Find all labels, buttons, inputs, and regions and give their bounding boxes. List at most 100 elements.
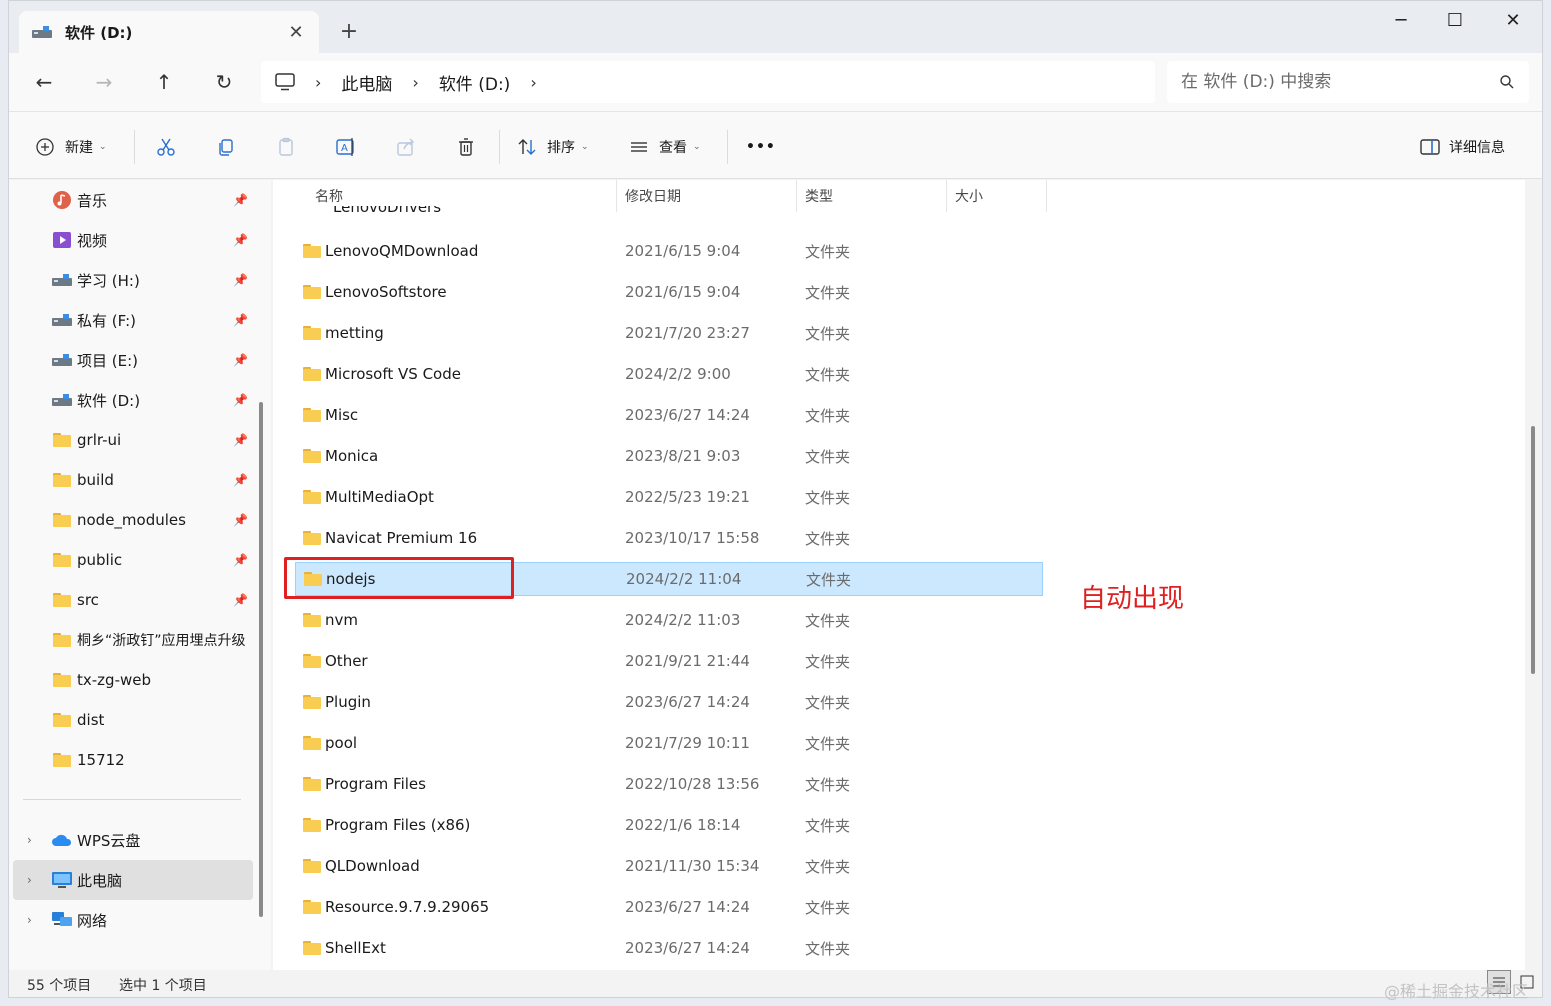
chevron-down-icon: ⌄: [581, 142, 589, 152]
pin-icon: 📌: [233, 553, 248, 567]
breadcrumb-software-d[interactable]: 软件 (D:): [439, 70, 511, 95]
share-button[interactable]: [391, 132, 421, 162]
table-row[interactable]: Program Files (x86) 2022/1/6 18:14 文件夹: [295, 808, 1043, 842]
sidebar-item-15712[interactable]: 15712: [9, 740, 252, 780]
column-header-size[interactable]: 大小: [947, 180, 1047, 212]
table-row[interactable]: Navicat Premium 16 2023/10/17 15:58 文件夹: [295, 521, 1043, 555]
table-row[interactable]: Plugin 2023/6/27 14:24 文件夹: [295, 685, 1043, 719]
folder-icon: [303, 367, 321, 381]
address-bar[interactable]: › 此电脑 › 软件 (D:) ›: [261, 61, 1155, 103]
sidebar-item-drive-h[interactable]: 学习 (H:) 📌: [9, 260, 252, 300]
column-modified-label: 修改日期: [625, 189, 681, 205]
sidebar-item-video[interactable]: 视频 📌: [9, 220, 252, 260]
paste-icon: [279, 137, 293, 156]
sidebar-item-tongxiang-project[interactable]: 桐乡“浙政钉”应用埋点升级: [9, 620, 252, 660]
table-row[interactable]: Misc 2023/6/27 14:24 文件夹: [295, 398, 1043, 432]
sidebar-item-music[interactable]: 音乐 📌: [9, 180, 252, 220]
search-box[interactable]: [1167, 61, 1529, 103]
sidebar-item-grlr-ui[interactable]: grlr-ui 📌: [9, 420, 252, 460]
file-type: 文件夹: [805, 652, 851, 671]
paste-button[interactable]: [271, 132, 301, 162]
view-label: 查看: [659, 140, 687, 156]
close-button[interactable]: ✕: [1485, 7, 1541, 35]
tab-software-d[interactable]: 软件 (D:) ✕: [19, 11, 319, 53]
tab-close-icon[interactable]: ✕: [285, 22, 307, 43]
delete-button[interactable]: [451, 132, 481, 162]
table-row[interactable]: QLDownload 2021/11/30 15:34 文件夹: [295, 849, 1043, 883]
file-name: Microsoft VS Code: [325, 365, 461, 383]
folder-icon: [303, 695, 321, 709]
pin-icon: 📌: [233, 473, 248, 487]
breadcrumb-this-pc[interactable]: 此电脑: [341, 70, 392, 95]
sidebar-item-wps-cloud[interactable]: › WPS云盘: [9, 820, 252, 860]
up-button[interactable]: ↑: [149, 67, 179, 97]
folder-icon: [51, 710, 73, 730]
chevron-right-icon[interactable]: ›: [27, 873, 32, 887]
back-button[interactable]: ←: [29, 67, 59, 97]
view-button[interactable]: 查看 ⌄: [629, 132, 701, 162]
folder-icon: [51, 550, 73, 570]
music-icon: [51, 190, 73, 210]
table-row[interactable]: MultiMediaOpt 2022/5/23 19:21 文件夹: [295, 480, 1043, 514]
refresh-button[interactable]: ↻: [209, 67, 239, 97]
file-type: 文件夹: [805, 488, 851, 507]
sidebar-item-build[interactable]: build 📌: [9, 460, 252, 500]
search-input[interactable]: [1181, 72, 1499, 92]
table-row[interactable]: Other 2021/9/21 21:44 文件夹: [295, 644, 1043, 678]
table-row[interactable]: Monica 2023/8/21 9:03 文件夹: [295, 439, 1043, 473]
sidebar-item-tx-zg-web[interactable]: tx-zg-web: [9, 660, 252, 700]
chevron-right-icon[interactable]: ›: [27, 833, 32, 847]
sidebar-item-src[interactable]: src 📌: [9, 580, 252, 620]
folder-icon: [303, 777, 321, 791]
sidebar-item-dist[interactable]: dist: [9, 700, 252, 740]
forward-button[interactable]: →: [89, 67, 119, 97]
sidebar-item-label: 音乐: [77, 191, 108, 210]
table-row[interactable]: Microsoft VS Code 2024/2/2 9:00 文件夹: [295, 357, 1043, 391]
rename-button[interactable]: A: [331, 132, 361, 162]
sidebar-scrollbar[interactable]: [259, 402, 263, 917]
table-row[interactable]: ShellExt 2023/6/27 14:24 文件夹: [295, 931, 1043, 965]
sort-button[interactable]: 排序 ⌄: [517, 132, 589, 162]
sidebar-item-node-modules[interactable]: node_modules 📌: [9, 500, 252, 540]
new-label: 新建: [65, 140, 93, 156]
pin-icon: 📌: [233, 513, 248, 527]
maximize-button[interactable]: ☐: [1427, 7, 1483, 35]
table-row[interactable]: LenovoSoftstore 2021/6/15 9:04 文件夹: [295, 275, 1043, 309]
new-button[interactable]: 新建 ⌄: [35, 132, 107, 162]
sidebar-item-network[interactable]: › 网络: [9, 900, 252, 940]
pin-icon: 📌: [233, 353, 248, 367]
table-row[interactable]: metting 2021/7/20 23:27 文件夹: [295, 316, 1043, 350]
table-row[interactable]: LenovoQMDownload 2021/6/15 9:04 文件夹: [295, 234, 1043, 268]
sidebar-item-drive-e[interactable]: 项目 (E:) 📌: [9, 340, 252, 380]
new-tab-button[interactable]: +: [337, 19, 361, 44]
copy-button[interactable]: [211, 132, 241, 162]
details-pane-button[interactable]: 详细信息: [1419, 132, 1505, 162]
breadcrumb-separator[interactable]: ›: [530, 73, 536, 92]
cut-button[interactable]: [151, 132, 181, 162]
folder-icon: [303, 859, 321, 873]
toolbar-divider: [499, 130, 500, 164]
content-scrollbar[interactable]: [1531, 426, 1535, 674]
column-header-modified[interactable]: 修改日期: [617, 180, 797, 212]
sidebar-item-public[interactable]: public 📌: [9, 540, 252, 580]
chevron-right-icon[interactable]: ›: [27, 913, 32, 927]
sidebar-item-label: grlr-ui: [77, 431, 122, 449]
sidebar-item-label: public: [77, 551, 123, 569]
sidebar-item-drive-d[interactable]: 软件 (D:) 📌: [9, 380, 252, 420]
sidebar-item-this-pc[interactable]: › 此电脑: [13, 860, 253, 900]
drive-icon: [51, 270, 73, 290]
folder-icon: [51, 670, 73, 690]
table-row[interactable]: Resource.9.7.9.29065 2023/6/27 14:24 文件夹: [295, 890, 1043, 924]
more-options-button[interactable]: •••: [746, 132, 776, 162]
minimize-button[interactable]: ─: [1373, 7, 1429, 35]
title-bar: 软件 (D:) ✕ + ─ ☐ ✕: [9, 1, 1542, 53]
table-row[interactable]: Program Files 2022/10/28 13:56 文件夹: [295, 767, 1043, 801]
sidebar-item-drive-f[interactable]: 私有 (F:) 📌: [9, 300, 252, 340]
details-label: 详细信息: [1449, 140, 1505, 156]
table-row[interactable]: pool 2021/7/29 10:11 文件夹: [295, 726, 1043, 760]
network-icon: [51, 910, 73, 930]
table-row[interactable]: nvm 2024/2/2 11:03 文件夹: [295, 603, 1043, 637]
column-header-type[interactable]: 类型: [797, 180, 947, 212]
file-name: Program Files (x86): [325, 816, 471, 834]
monitor-icon: [275, 73, 295, 91]
